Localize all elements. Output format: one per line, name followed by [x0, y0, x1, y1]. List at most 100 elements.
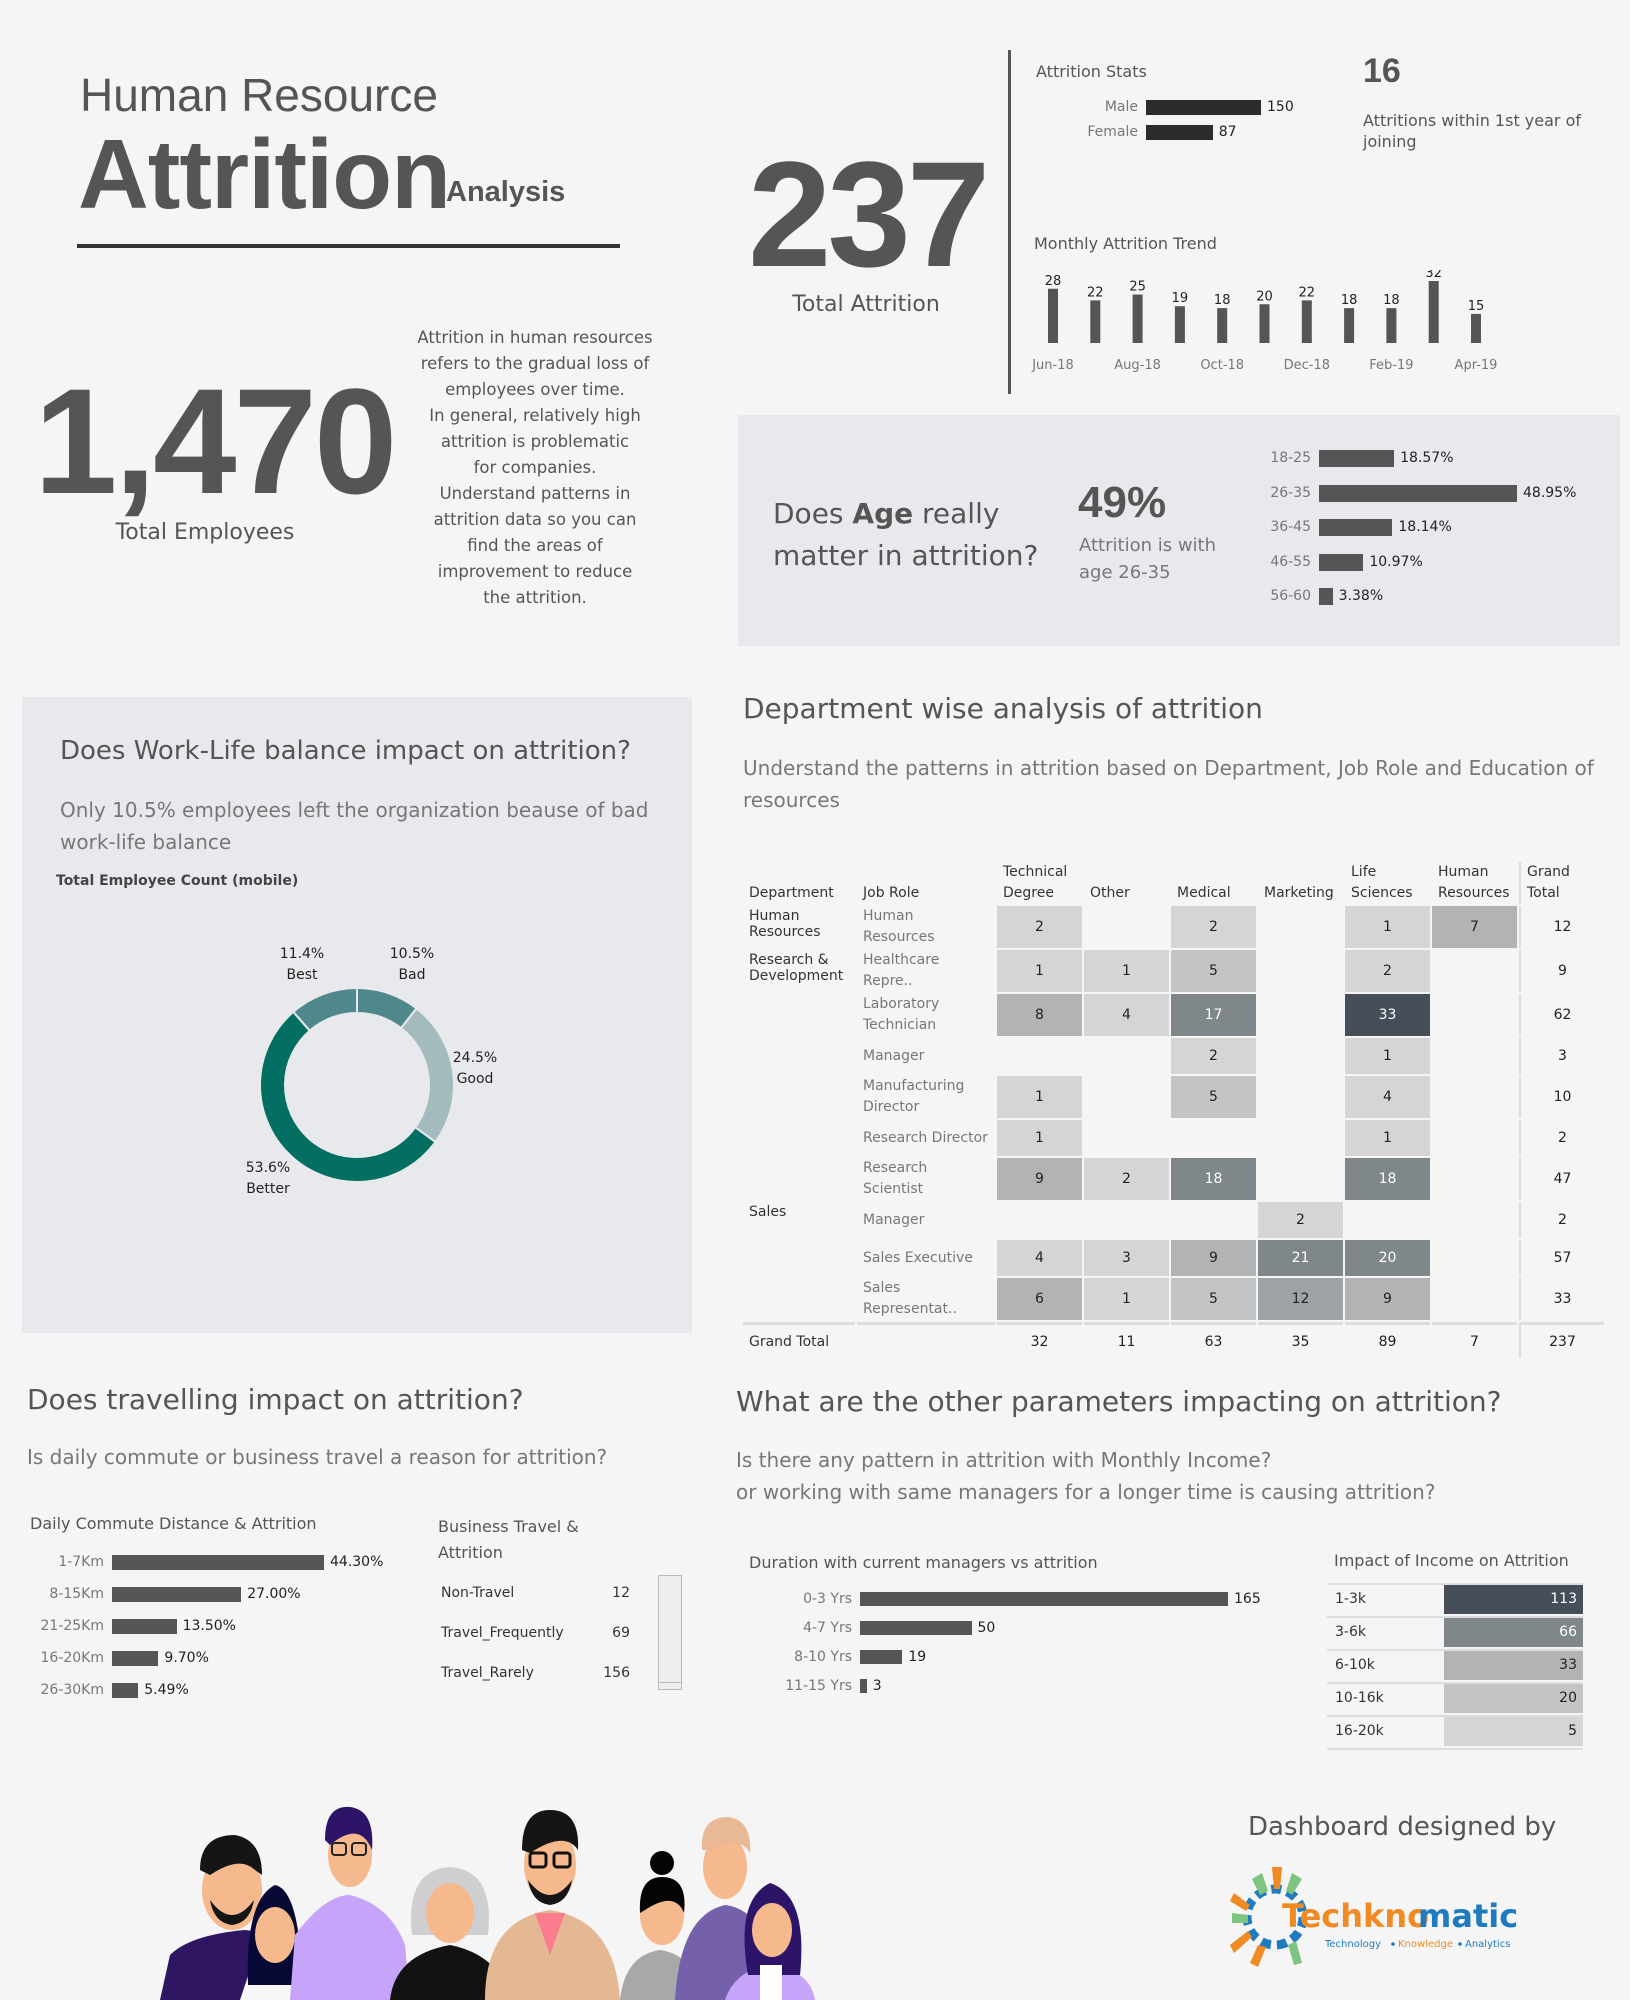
- title-line-1: Human Resource: [80, 69, 438, 121]
- row-grand-total: 33: [1519, 1278, 1604, 1320]
- income-row: 3-6k 66: [1327, 1616, 1583, 1647]
- business-travel-value: 12: [612, 1585, 630, 1601]
- heatmap-cell: 5: [1171, 1076, 1256, 1118]
- gender-category-label: Female: [1087, 124, 1138, 140]
- intro-line: the attrition.: [483, 588, 587, 607]
- heatmap-cell: 1: [997, 1120, 1082, 1156]
- heatmap-cell: 4: [997, 1240, 1082, 1276]
- age-highlight-sub-line1: Attrition is with: [1079, 535, 1217, 556]
- table-row: Sales Representat.. 6 1 5 12 9 33: [743, 1278, 1604, 1320]
- grand-total-label: Grand Total: [743, 1322, 855, 1358]
- business-travel-label: Travel_Frequently: [441, 1625, 564, 1641]
- table-row: Sales Executive 4 3 9 21 20 57: [743, 1240, 1604, 1276]
- donut-slice-better: [259, 1010, 437, 1183]
- commute-category-label: 16-20Km: [40, 1650, 105, 1666]
- column-grand-total: 32: [997, 1322, 1082, 1358]
- heatmap-cell: 18: [1171, 1158, 1256, 1200]
- total-attrition-value: 237: [748, 130, 990, 298]
- heatmap-cell: [1084, 1120, 1169, 1156]
- department-heatmap-table: Department Job Role Technical Degree Other M…: [741, 860, 1606, 1360]
- heatmap-cell: [1171, 1202, 1256, 1238]
- row-grand-total: 47: [1519, 1158, 1604, 1200]
- heatmap-cell: [1432, 1278, 1517, 1320]
- logo-tag-analytics: Analytics: [1465, 1939, 1510, 1950]
- techknomatic-logo[interactable]: Techkno matic Technology Knowledge Analy…: [1230, 1865, 1550, 1975]
- age-bar-chart: 18-25 18.57% 26-35 48.95% 36-45 18.14% 46-55 10…: [1255, 450, 1615, 620]
- commute-value-label: 5.49%: [144, 1682, 189, 1698]
- donut-percent-label: 24.5%: [453, 1050, 497, 1066]
- row-grand-total: 2: [1519, 1202, 1604, 1238]
- monthly-bar: [1090, 300, 1101, 343]
- heatmap-cell: 5: [1171, 1278, 1256, 1320]
- business-travel-value: 156: [603, 1665, 630, 1681]
- heatmap-cell: [997, 1202, 1082, 1238]
- income-range-label: 16-20k: [1335, 1723, 1384, 1739]
- age-question-bold: Age: [852, 497, 914, 530]
- heatmap-cell: 2: [1084, 1158, 1169, 1200]
- logo-text-part1: Techkno: [1282, 1897, 1429, 1935]
- age-bar: [1319, 519, 1393, 536]
- monthly-axis-label: Dec-18: [1284, 358, 1330, 373]
- manager-category-label: 8-10 Yrs: [794, 1649, 852, 1665]
- intro-line: find the areas of: [467, 536, 603, 555]
- department-label: [743, 1038, 855, 1074]
- heatmap-cell: [1084, 1202, 1169, 1238]
- income-bottom-border: [1327, 1748, 1583, 1750]
- commute-value-label: 9.70%: [164, 1650, 209, 1666]
- heatmap-cell: 21: [1258, 1240, 1343, 1276]
- business-travel-title-line1: Business Travel &: [438, 1517, 579, 1536]
- job-role-label: Laboratory Technician: [863, 996, 940, 1033]
- heatmap-cell: 6: [997, 1278, 1082, 1320]
- other-params-subtitle-line1: Is there any pattern in attrition with M…: [736, 1448, 1272, 1472]
- department-label: [743, 1240, 855, 1276]
- monthly-bar: [1301, 300, 1312, 343]
- business-travel-scrollbar[interactable]: [658, 1575, 682, 1690]
- monthly-axis-label: Apr-19: [1455, 358, 1498, 373]
- commute-value-label: 27.00%: [247, 1586, 301, 1602]
- heatmap-cell: [1432, 1240, 1517, 1276]
- age-highlight-sub-line2: age 26-35: [1079, 562, 1171, 583]
- work-life-subtitle: Only 10.5% employees left the organizati…: [60, 798, 649, 854]
- age-category-label: 26-35: [1270, 484, 1311, 501]
- credit-text: Dashboard designed by: [1248, 1812, 1557, 1842]
- monthly-value-label: 18: [1214, 293, 1231, 308]
- business-travel-title: Business Travel & Attrition: [438, 1514, 579, 1566]
- department-label: [743, 1120, 855, 1156]
- heatmap-cell: 1: [1084, 950, 1169, 992]
- overall-grand-total: 237: [1519, 1322, 1604, 1358]
- column-header-education: Technical Degree: [1003, 864, 1068, 901]
- heatmap-cell: 1: [1345, 1120, 1430, 1156]
- heatmap-cell: [1432, 1158, 1517, 1200]
- row-grand-total: 2: [1519, 1120, 1604, 1156]
- commute-category-label: 8-15Km: [49, 1586, 104, 1602]
- heatmap-cell: [1258, 1038, 1343, 1074]
- heatmap-cell: [1258, 1158, 1343, 1200]
- intro-line: refers to the gradual loss of: [420, 354, 650, 373]
- age-category-label: 56-60: [1270, 588, 1311, 604]
- intro-line: Attrition in human resources: [417, 328, 653, 347]
- intro-line: In general, relatively high: [429, 406, 641, 425]
- monthly-value-label: 25: [1129, 280, 1146, 295]
- manager-category-label: 11-15 Yrs: [785, 1678, 852, 1694]
- logo-tag-knowledge: Knowledge: [1398, 1939, 1453, 1950]
- logo-text-part2: matic: [1418, 1897, 1518, 1935]
- department-label: Sales: [749, 1204, 787, 1220]
- heatmap-cell: 2: [997, 906, 1082, 948]
- monthly-axis-label: Feb-19: [1369, 358, 1413, 373]
- department-label: [743, 1076, 855, 1118]
- heatmap-cell: 9: [1345, 1278, 1430, 1320]
- column-header-education: Other: [1090, 885, 1130, 901]
- department-label: Research & Development: [749, 952, 844, 984]
- business-travel-label: Non-Travel: [441, 1585, 515, 1601]
- other-params-subtitle-line2: or working with same managers for a long…: [736, 1480, 1436, 1504]
- grand-total-row: Grand Total 32 11 63 35 89 7 237: [743, 1322, 1604, 1358]
- column-grand-total: 63: [1171, 1322, 1256, 1358]
- age-bar: [1319, 484, 1517, 502]
- manager-bar: [860, 1650, 903, 1664]
- title-underline: [77, 244, 620, 248]
- heatmap-cell: [1432, 1076, 1517, 1118]
- total-employees-label: Total Employees: [115, 520, 295, 545]
- monthly-value-label: 32: [1425, 270, 1442, 281]
- age-question-line2: matter in attrition?: [773, 539, 1039, 572]
- column-header-education: Grand Total: [1519, 862, 1604, 904]
